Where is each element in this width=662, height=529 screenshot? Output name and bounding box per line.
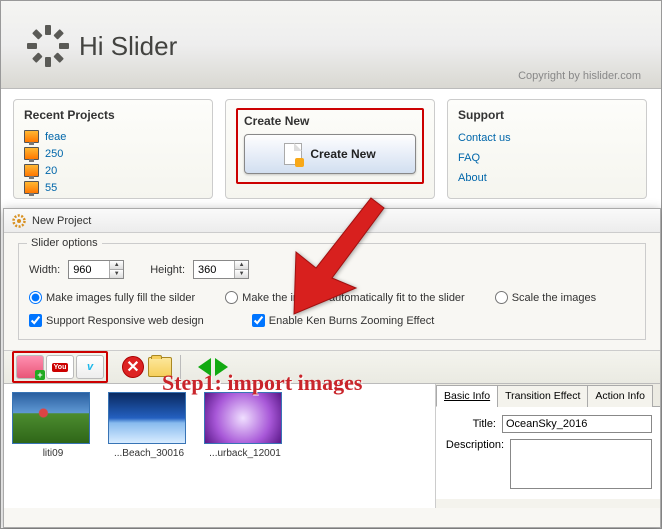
dialog-title: New Project xyxy=(32,215,91,227)
recent-item[interactable]: 20 xyxy=(24,162,202,179)
delete-icon: ✕ xyxy=(126,357,139,377)
gear-icon xyxy=(12,214,26,228)
thumbnail-item[interactable]: ...urback_12001 xyxy=(204,392,286,500)
dialog-bottom: liti09 ...Beach_30016 ...urback_12001 Ba… xyxy=(4,384,660,508)
add-vimeo-button[interactable]: v xyxy=(76,355,104,379)
tab-basic-info[interactable]: Basic Info xyxy=(436,385,498,407)
monitor-icon xyxy=(24,181,39,194)
annotation-step-label: Step1: import images xyxy=(162,370,362,396)
thumb-image xyxy=(204,392,282,444)
recent-item[interactable]: 250 xyxy=(24,145,202,162)
support-panel: Support Contact us FAQ About xyxy=(447,99,647,199)
description-input[interactable] xyxy=(510,439,652,489)
create-highlight: Create New Create New xyxy=(236,108,424,184)
add-image-button[interactable] xyxy=(16,355,44,379)
recent-title: Recent Projects xyxy=(24,108,202,122)
thumbnail-item[interactable]: ...Beach_30016 xyxy=(108,392,190,500)
width-label: Width: xyxy=(29,264,60,276)
spin-up-icon[interactable]: ▲ xyxy=(110,261,123,270)
monitor-icon xyxy=(24,130,39,143)
info-panel: Basic Info Transition Effect Action Info… xyxy=(435,384,660,508)
description-label: Description: xyxy=(444,439,504,451)
info-tabs: Basic Info Transition Effect Action Info xyxy=(436,384,660,407)
delete-button[interactable]: ✕ xyxy=(122,356,144,378)
import-group-highlight: You v xyxy=(12,351,108,383)
vimeo-icon: v xyxy=(87,361,93,373)
recent-projects-panel: Recent Projects feae 250 20 55 xyxy=(13,99,213,199)
width-input[interactable]: ▲▼ xyxy=(68,260,124,279)
product-name: Hi Slider xyxy=(79,31,177,62)
monitor-icon xyxy=(24,147,39,160)
thumb-image xyxy=(108,392,186,444)
annotation-arrow-icon xyxy=(276,190,396,325)
logo: Hi Slider xyxy=(27,25,177,67)
recent-item[interactable]: 55 xyxy=(24,179,202,196)
create-title: Create New xyxy=(244,114,416,128)
create-new-button[interactable]: Create New xyxy=(244,134,416,174)
tab-action[interactable]: Action Info xyxy=(587,385,653,407)
spin-down-icon[interactable]: ▼ xyxy=(235,270,248,278)
title-label: Title: xyxy=(444,418,496,430)
spin-up-icon[interactable]: ▲ xyxy=(235,261,248,270)
tab-transition[interactable]: Transition Effect xyxy=(497,385,588,407)
fieldset-legend: Slider options xyxy=(27,237,102,249)
check-responsive[interactable]: Support Responsive web design xyxy=(29,314,204,327)
title-input[interactable] xyxy=(502,415,652,433)
thumb-image xyxy=(12,392,90,444)
new-document-icon xyxy=(284,143,302,165)
add-youtube-button[interactable]: You xyxy=(46,355,74,379)
create-new-panel: Create New Create New xyxy=(225,99,435,199)
thumbnail-list: liti09 ...Beach_30016 ...urback_12001 xyxy=(4,384,435,508)
contact-link[interactable]: Contact us xyxy=(458,128,636,148)
monitor-icon xyxy=(24,164,39,177)
logo-icon xyxy=(27,25,69,67)
info-body: Title: Description: xyxy=(436,407,660,499)
about-link[interactable]: About xyxy=(458,168,636,188)
width-field[interactable] xyxy=(69,261,109,278)
faq-link[interactable]: FAQ xyxy=(458,148,636,168)
height-label: Height: xyxy=(150,264,185,276)
spin-down-icon[interactable]: ▼ xyxy=(110,270,123,278)
youtube-icon: You xyxy=(52,363,69,372)
support-title: Support xyxy=(458,108,636,122)
radio-scale[interactable]: Scale the images xyxy=(495,291,596,304)
radio-fill[interactable]: Make images fully fill the silder xyxy=(29,291,195,304)
app-header: Hi Slider Copyright by hislider.com xyxy=(1,1,661,89)
copyright-text: Copyright by hislider.com xyxy=(518,70,641,82)
thumbnail-item[interactable]: liti09 xyxy=(12,392,94,500)
height-field[interactable] xyxy=(194,261,234,278)
height-input[interactable]: ▲▼ xyxy=(193,260,249,279)
recent-item[interactable]: feae xyxy=(24,128,202,145)
